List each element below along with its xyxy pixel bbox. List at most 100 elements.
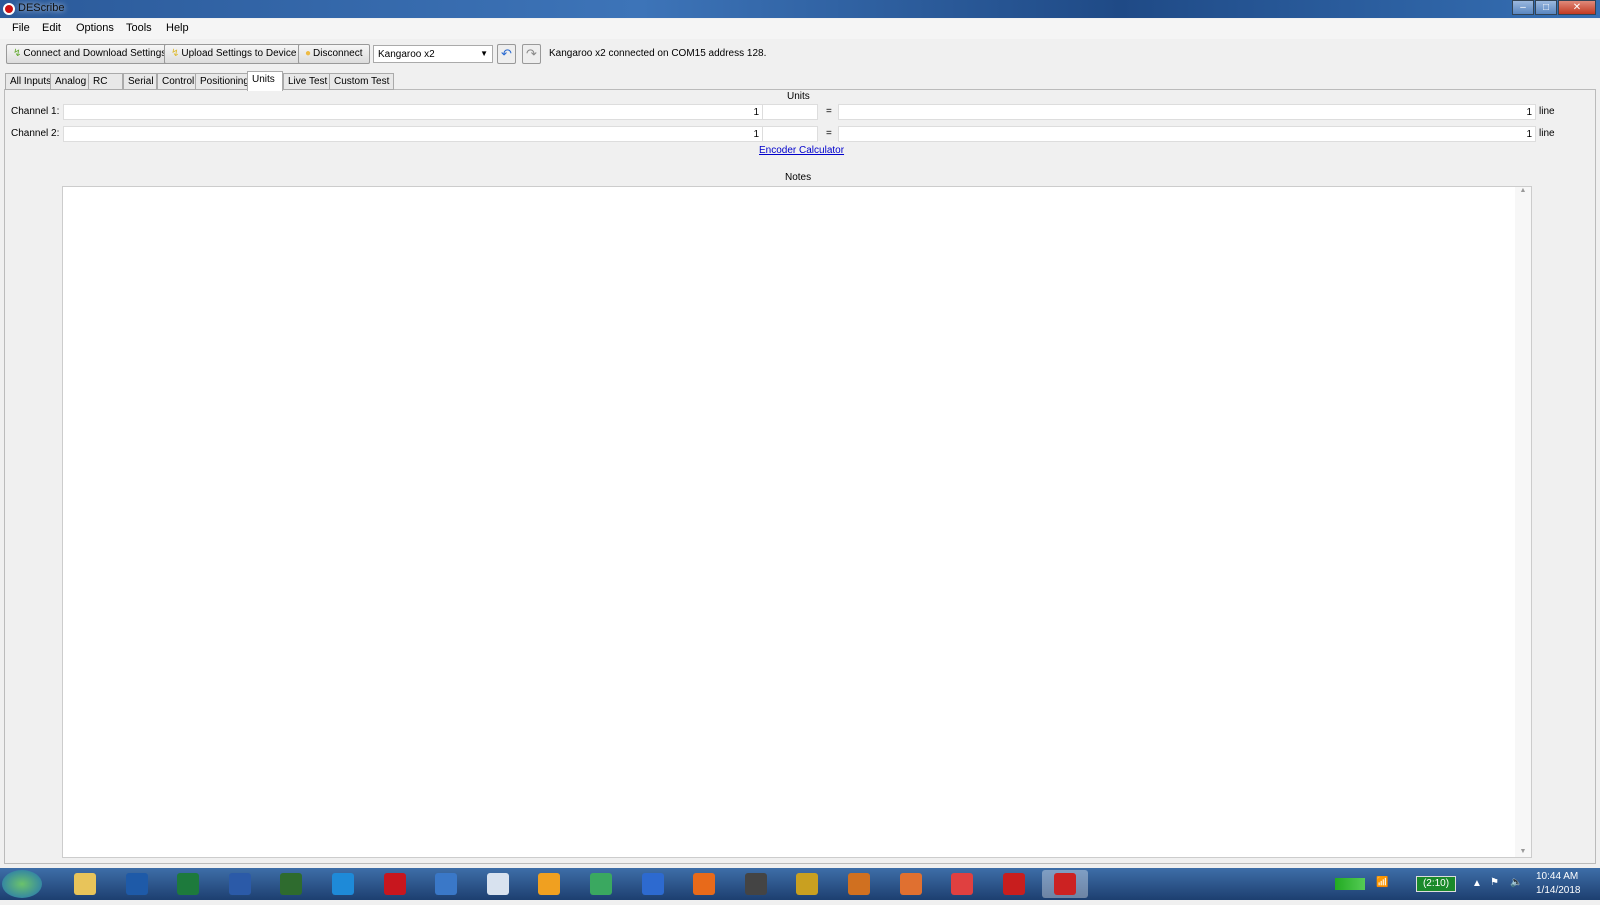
taskbar-app-icon bbox=[74, 873, 96, 895]
start-button[interactable] bbox=[2, 870, 42, 898]
taskbar-app-app[interactable] bbox=[939, 870, 985, 898]
close-button[interactable]: ✕ bbox=[1558, 0, 1596, 15]
tab-custom-test[interactable]: Custom Test bbox=[329, 73, 395, 90]
signal-strength-icon bbox=[1335, 878, 1365, 890]
taskbar-app-icon bbox=[538, 873, 561, 895]
taskbar-app-icon bbox=[435, 873, 458, 895]
taskbar-app-f-app[interactable] bbox=[526, 870, 572, 898]
taskbar-app-icon bbox=[228, 873, 251, 895]
menu-file[interactable]: File bbox=[12, 22, 30, 34]
show-hidden-icons-button[interactable]: ▲ bbox=[1472, 878, 1482, 889]
channel-1-line-value[interactable]: 1 bbox=[838, 104, 1536, 120]
taskbar: 📶 (2:10) ▲ ⚑ 🔈 10:44 AM 1/14/2018 bbox=[0, 868, 1600, 900]
connect-label: Connect and Download Settings bbox=[23, 48, 167, 59]
disconnect-label: Disconnect bbox=[313, 48, 363, 59]
taskbar-app-excel[interactable] bbox=[165, 870, 211, 898]
taskbar-app-icon bbox=[1054, 873, 1077, 895]
tab-control[interactable]: Control bbox=[157, 73, 200, 90]
taskbar-app-app[interactable] bbox=[888, 870, 934, 898]
disconnect-icon: ● bbox=[305, 48, 312, 59]
channel-2-unit-name[interactable] bbox=[762, 126, 818, 142]
taskbar-app-teamviewer[interactable] bbox=[320, 870, 366, 898]
upload-label: Upload Settings to Device bbox=[181, 48, 297, 59]
encoder-calculator-link[interactable]: Encoder Calculator bbox=[759, 145, 844, 156]
channel-1-unit-name[interactable] bbox=[762, 104, 818, 120]
clock-time[interactable]: 10:44 AM bbox=[1536, 871, 1578, 882]
menu-tools[interactable]: Tools bbox=[126, 22, 152, 34]
wireless-icon[interactable]: 📶 bbox=[1376, 877, 1388, 888]
notes-textarea[interactable] bbox=[62, 186, 1532, 858]
taskbar-app-icon bbox=[899, 873, 922, 895]
volume-icon[interactable]: 🔈 bbox=[1510, 877, 1522, 888]
title-bar: DEScribe – □ ✕ bbox=[0, 0, 1600, 18]
taskbar-app-icon bbox=[796, 873, 819, 895]
minimize-button[interactable]: – bbox=[1512, 0, 1534, 15]
menu-options[interactable]: Options bbox=[76, 22, 114, 34]
taskbar-app-calculator[interactable] bbox=[475, 870, 521, 898]
taskbar-app-icon bbox=[848, 873, 870, 895]
taskbar-app-app[interactable] bbox=[784, 870, 830, 898]
equals-sign: = bbox=[826, 106, 832, 117]
tab-rc[interactable]: RC bbox=[88, 73, 123, 90]
taskbar-app-a-app[interactable] bbox=[630, 870, 676, 898]
taskbar-app-chart-app[interactable] bbox=[578, 870, 624, 898]
window-title: DEScribe bbox=[18, 2, 65, 14]
maximize-button[interactable]: □ bbox=[1535, 0, 1557, 15]
channel-1-value[interactable]: 1 bbox=[63, 104, 763, 120]
chevron-down-icon: ▼ bbox=[480, 49, 488, 58]
clock-date[interactable]: 1/14/2018 bbox=[1536, 885, 1581, 896]
redo-button[interactable]: ↷ bbox=[522, 44, 541, 64]
taskbar-app-icon bbox=[590, 873, 612, 895]
channel-1-line-unit: line bbox=[1539, 106, 1555, 117]
channel-2-value[interactable]: 1 bbox=[63, 126, 763, 142]
tab-units[interactable]: Units bbox=[247, 71, 283, 91]
menu-bar: File Edit Options Tools Help bbox=[0, 19, 1600, 39]
taskbar-app-icon bbox=[280, 873, 303, 895]
disconnect-button[interactable]: ● Disconnect bbox=[298, 44, 370, 64]
taskbar-app-acrobat[interactable] bbox=[372, 870, 418, 898]
taskbar-app-outlook[interactable] bbox=[114, 870, 160, 898]
tab-live-test[interactable]: Live Test bbox=[283, 73, 333, 90]
taskbar-app-icon bbox=[1002, 873, 1025, 895]
taskbar-app-icon bbox=[951, 873, 974, 895]
taskbar-app-app[interactable] bbox=[836, 870, 882, 898]
undo-button[interactable]: ↶ bbox=[497, 44, 516, 64]
taskbar-app-icon bbox=[177, 873, 200, 895]
channel-1-label: Channel 1: bbox=[11, 106, 60, 117]
taskbar-app-icon bbox=[125, 873, 148, 895]
taskbar-app-settings[interactable] bbox=[423, 870, 469, 898]
upload-icon: ↯ bbox=[171, 48, 180, 59]
device-value: Kangaroo x2 bbox=[378, 49, 435, 60]
notes-scrollbar[interactable]: ▲ ▼ bbox=[1515, 187, 1531, 857]
channel-2-line-unit: line bbox=[1539, 128, 1555, 139]
menu-edit[interactable]: Edit bbox=[42, 22, 61, 34]
taskbar-app-firefox[interactable] bbox=[681, 870, 727, 898]
units-header: Units bbox=[787, 91, 810, 102]
connection-status: Kangaroo x2 connected on COM15 address 1… bbox=[549, 48, 767, 59]
equals-sign: = bbox=[826, 128, 832, 139]
taskbar-app-icon bbox=[383, 873, 406, 895]
battery-indicator[interactable]: (2:10) bbox=[1416, 876, 1456, 892]
taskbar-app-icon bbox=[744, 873, 767, 895]
upload-settings-button[interactable]: ↯ Upload Settings to Device bbox=[164, 44, 304, 64]
taskbar-app-icon bbox=[486, 873, 509, 895]
channel-2-label: Channel 2: bbox=[11, 128, 60, 139]
taskbar-app-app[interactable] bbox=[991, 870, 1037, 898]
channel-2-line-value[interactable]: 1 bbox=[838, 126, 1536, 142]
action-center-flag-icon[interactable]: ⚑ bbox=[1490, 877, 1499, 888]
tab-analog[interactable]: Analog bbox=[50, 73, 92, 90]
device-select[interactable]: Kangaroo x2 ▼ bbox=[373, 45, 493, 63]
taskbar-app-describe[interactable] bbox=[1042, 870, 1089, 898]
taskbar-app-keyboard-app[interactable] bbox=[733, 870, 779, 898]
tab-all-inputs[interactable]: All Inputs bbox=[5, 73, 57, 90]
tab-serial[interactable]: Serial bbox=[123, 73, 157, 90]
connect-download-button[interactable]: ↯ Connect and Download Settings bbox=[6, 44, 174, 64]
tab-positioning[interactable]: Positioning bbox=[195, 73, 254, 90]
notes-label: Notes bbox=[785, 172, 812, 183]
taskbar-app-word[interactable] bbox=[217, 870, 263, 898]
menu-help[interactable]: Help bbox=[166, 22, 189, 34]
taskbar-app-icon bbox=[641, 873, 664, 895]
taskbar-app-windows-explorer[interactable] bbox=[62, 870, 108, 898]
taskbar-app-project[interactable] bbox=[268, 870, 314, 898]
taskbar-app-icon bbox=[693, 873, 716, 895]
